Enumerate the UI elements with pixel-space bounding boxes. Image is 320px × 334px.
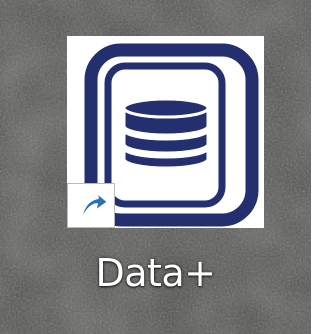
shortcut-label: Data+ [95,251,216,295]
desktop-background: Data+ [0,0,311,334]
shortcut-arrow-icon [67,183,115,228]
data-plus-shortcut[interactable]: Data+ [0,0,311,334]
database-icon [67,36,264,228]
